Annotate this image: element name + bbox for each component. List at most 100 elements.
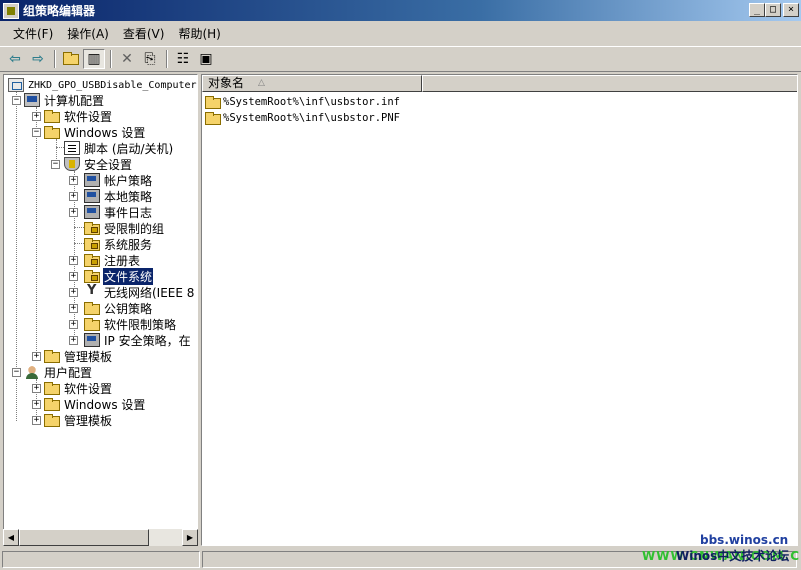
tree-label: 管理模板 — [64, 349, 113, 364]
policy-icon — [84, 205, 100, 219]
maximize-button[interactable]: □ — [765, 3, 781, 17]
expand-toggle[interactable]: + — [69, 256, 78, 265]
details-list[interactable]: 对象名 △ %SystemRoot%\inf\usbstor.inf %Syst… — [201, 74, 798, 546]
delete-icon[interactable]: ✕ — [116, 49, 138, 69]
tree-label: 无线网络(IEEE 8 — [104, 285, 195, 300]
menu-action[interactable]: 操作(A) — [60, 25, 116, 42]
close-button[interactable]: × — [783, 3, 799, 17]
script-icon — [64, 141, 80, 155]
window-controls: _ □ × — [749, 3, 799, 17]
menu-file[interactable]: 文件(F) — [6, 25, 60, 42]
expand-toggle[interactable]: + — [69, 288, 78, 297]
menu-help[interactable]: 帮助(H) — [171, 25, 227, 42]
tree-node-software-restriction[interactable]: 软件限制策略 — [84, 316, 177, 332]
expand-toggle[interactable]: + — [32, 400, 41, 409]
forward-arrow-icon[interactable]: ⇨ — [27, 49, 49, 69]
shield-icon — [64, 157, 80, 171]
tree-connector — [16, 379, 17, 421]
tree-node-user-config[interactable]: 用户配置 — [24, 364, 93, 380]
folder-icon — [44, 109, 60, 123]
tree-node-registry[interactable]: 注册表 — [84, 252, 141, 268]
tree-label: 脚本 (启动/关机) — [84, 141, 174, 156]
collapse-toggle[interactable]: − — [12, 96, 21, 105]
tree-horizontal-scrollbar[interactable]: ◀ ▶ — [3, 529, 198, 546]
scroll-right-icon[interactable]: ▶ — [182, 529, 198, 546]
user-icon — [24, 365, 40, 379]
tree-connector — [36, 107, 37, 357]
scroll-left-icon[interactable]: ◀ — [3, 529, 19, 546]
tree-label: 计算机配置 — [44, 93, 105, 108]
list-item[interactable]: %SystemRoot%\inf\usbstor.PNF — [205, 110, 400, 126]
show-hide-tree-icon[interactable]: ▥ — [83, 49, 105, 69]
folder-icon — [44, 381, 60, 395]
watermark-text-2: WWW.CNWAN.COM.CN Winos中文技术论坛 — [642, 549, 801, 563]
tree-label: 软件设置 — [64, 109, 113, 124]
tree-node-file-system[interactable]: 文件系统 — [84, 266, 155, 286]
tree-label: 系统服务 — [104, 237, 153, 252]
list-item-label: %SystemRoot%\inf\usbstor.inf — [223, 96, 401, 108]
tree-node-account-policies[interactable]: 帐户策略 — [84, 172, 153, 188]
window-title: 组策略编辑器 — [23, 4, 96, 18]
tree-node-admin-templates[interactable]: 管理模板 — [44, 348, 113, 364]
tree-label: 软件限制策略 — [104, 317, 177, 332]
gpedit-app-icon — [3, 2, 19, 19]
tree-node-computer-config[interactable]: 计算机配置 — [24, 92, 105, 108]
secure-folder-icon — [84, 253, 100, 267]
tree-label: 安全设置 — [84, 157, 133, 172]
tree-node-ip-security[interactable]: IP 安全策略，在 — [84, 332, 192, 348]
watermark-blue: Winos中文技术论坛 — [676, 549, 790, 563]
list-header: 对象名 △ — [202, 75, 797, 92]
expand-toggle[interactable]: + — [69, 192, 78, 201]
tree-node-event-log[interactable]: 事件日志 — [84, 204, 153, 220]
tree-connector — [16, 91, 17, 373]
tree-label: Windows 设置 — [64, 397, 146, 412]
collapse-toggle[interactable]: − — [51, 160, 60, 169]
expand-toggle[interactable]: + — [32, 112, 41, 121]
menu-view[interactable]: 查看(V) — [116, 25, 172, 42]
tree-node-user-software-settings[interactable]: 软件设置 — [44, 380, 113, 396]
folder-icon — [205, 95, 221, 109]
tree-node-user-admin-templates[interactable]: 管理模板 — [44, 412, 113, 428]
up-folder-icon[interactable] — [60, 49, 82, 69]
list-item[interactable]: %SystemRoot%\inf\usbstor.inf — [205, 94, 400, 110]
tree-node-user-windows-settings[interactable]: Windows 设置 — [44, 396, 146, 412]
tree-node-public-key-policies[interactable]: 公钥策略 — [84, 300, 153, 316]
console-tree[interactable]: ZHKD_GPO_USBDisable_Computer − 计算机配置 + 软… — [3, 74, 198, 546]
toolbar-separator — [110, 50, 112, 68]
export-list-icon[interactable]: ⎘ — [139, 49, 161, 69]
tree-node-security-settings[interactable]: 安全设置 — [64, 156, 133, 172]
tree-node-scripts[interactable]: 脚本 (启动/关机) — [64, 140, 174, 156]
sort-ascending-icon: △ — [258, 78, 265, 88]
expand-toggle[interactable]: + — [69, 208, 78, 217]
secure-folder-icon — [84, 269, 100, 283]
expand-toggle[interactable]: + — [32, 384, 41, 393]
help-icon[interactable]: ▣ — [195, 49, 217, 69]
tree-node-software-settings[interactable]: 软件设置 — [44, 108, 113, 124]
tree-node-system-services[interactable]: 系统服务 — [84, 236, 153, 252]
tree-label: 注册表 — [104, 253, 141, 268]
collapse-toggle[interactable]: − — [12, 368, 21, 377]
expand-toggle[interactable]: + — [32, 352, 41, 361]
column-header-object-name[interactable]: 对象名 △ — [202, 75, 422, 92]
expand-toggle[interactable]: + — [69, 272, 78, 281]
tree-node-windows-settings[interactable]: Windows 设置 — [44, 124, 146, 140]
tree-label: 帐户策略 — [104, 173, 153, 188]
column-header-label: 对象名 — [208, 76, 245, 90]
back-arrow-icon[interactable]: ⇦ — [4, 49, 26, 69]
expand-toggle[interactable]: + — [69, 336, 78, 345]
scroll-thumb[interactable] — [19, 529, 149, 546]
watermark-text: bbs.winos.cn — [700, 533, 789, 547]
properties-icon[interactable]: ☷ — [172, 49, 194, 69]
expand-toggle[interactable]: + — [69, 304, 78, 313]
tree-node-wireless-network[interactable]: 无线网络(IEEE 8 — [84, 283, 195, 300]
collapse-toggle[interactable]: − — [32, 128, 41, 137]
tree-node-restricted-groups[interactable]: 受限制的组 — [84, 220, 165, 236]
title-bar: 组策略编辑器 _ □ × — [0, 0, 801, 21]
tree-node-local-policies[interactable]: 本地策略 — [84, 188, 153, 204]
expand-toggle[interactable]: + — [32, 416, 41, 425]
expand-toggle[interactable]: + — [69, 176, 78, 185]
expand-toggle[interactable]: + — [69, 320, 78, 329]
list-item-label: %SystemRoot%\inf\usbstor.PNF — [223, 112, 401, 124]
minimize-button[interactable]: _ — [749, 3, 765, 17]
antenna-icon — [84, 283, 100, 299]
